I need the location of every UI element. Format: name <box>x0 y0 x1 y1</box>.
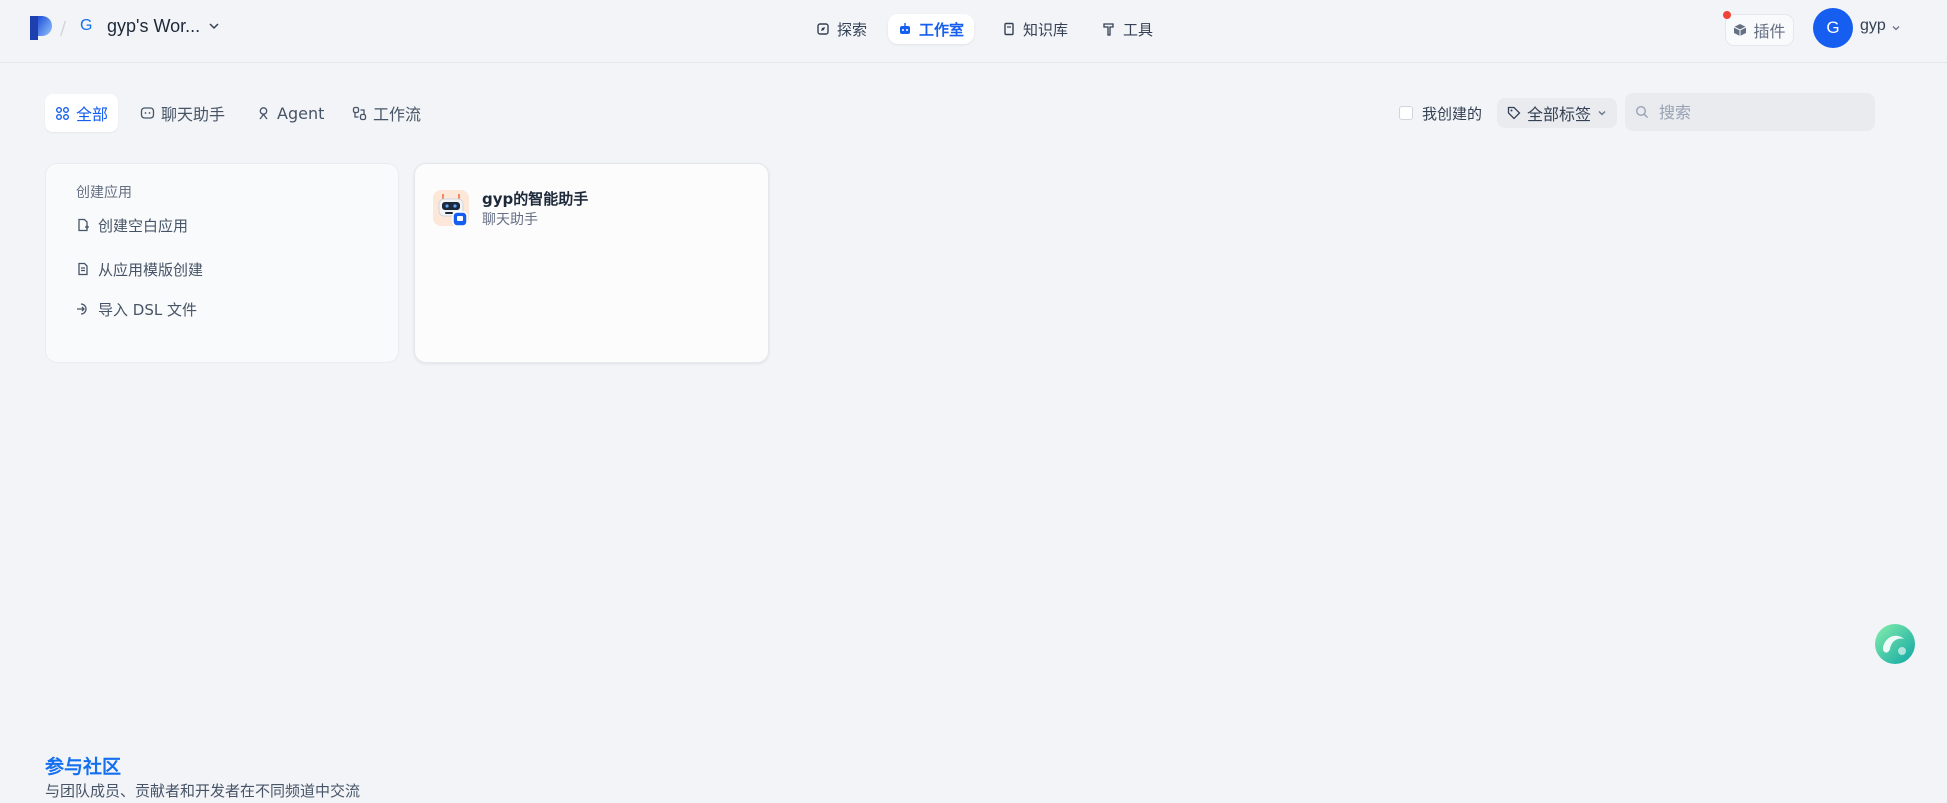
tab-workflow-label: 工作流 <box>373 105 422 124</box>
import-icon <box>77 303 87 315</box>
create-from-template-button[interactable]: 从应用模版创建 <box>76 256 203 282</box>
nav-explore-label: 探索 <box>837 20 868 39</box>
avatar[interactable]: G <box>1813 8 1853 48</box>
community-description: 与团队成员、贡献者和开发者在不同频道中交流 <box>45 782 361 800</box>
tab-chat-label: 聊天助手 <box>161 105 226 124</box>
dify-logo-icon[interactable] <box>28 15 54 41</box>
tag-filter-label: 全部标签 <box>1527 105 1592 124</box>
search-box <box>1625 93 1875 131</box>
search-icon <box>1635 105 1648 118</box>
app-type: 聊天助手 <box>482 212 538 228</box>
tab-workflow[interactable]: 工作流 <box>342 94 431 132</box>
nav-tools-label: 工具 <box>1123 20 1154 39</box>
workflow-icon <box>352 106 367 120</box>
app-card[interactable]: gyp的智能助手 聊天助手 <box>414 163 769 363</box>
create-template-label: 从应用模版创建 <box>98 260 204 279</box>
file-text-icon <box>78 262 88 276</box>
plugins-label: 插件 <box>1753 22 1786 41</box>
chevron-down-icon[interactable] <box>208 20 220 32</box>
user-name[interactable]: gyp <box>1860 17 1886 35</box>
app-name: gyp的智能助手 <box>482 190 589 208</box>
compass-icon <box>817 23 829 35</box>
create-app-title: 创建应用 <box>76 185 132 201</box>
nav-studio-label: 工作室 <box>919 20 965 39</box>
create-app-card: 创建应用 创建空白应用 从应用模版创建 导入 DSL 文件 <box>45 163 399 363</box>
cube-icon <box>1734 24 1747 36</box>
created-by-me-label[interactable]: 我创建的 <box>1422 103 1482 124</box>
book-icon <box>1004 22 1014 36</box>
nav-knowledge[interactable]: 知识库 <box>992 14 1078 44</box>
tab-all[interactable]: 全部 <box>45 94 119 132</box>
file-plus-icon <box>78 218 89 232</box>
tab-all-label: 全部 <box>76 105 109 124</box>
notification-dot <box>1723 11 1731 19</box>
robot-icon <box>900 23 910 34</box>
tab-chat-assistant[interactable]: 聊天助手 <box>130 94 235 132</box>
breadcrumb-separator: / <box>60 18 67 39</box>
chat-bubble-icon <box>140 106 155 119</box>
robot-avatar-icon <box>433 190 469 226</box>
workspace-badge: G <box>80 17 93 34</box>
plugins-button[interactable]: 插件 <box>1725 14 1794 46</box>
import-dsl-label: 导入 DSL 文件 <box>98 300 197 319</box>
nav-explore[interactable]: 探索 <box>806 14 877 44</box>
nav-tools[interactable]: 工具 <box>1092 14 1163 44</box>
assistant-float-icon[interactable] <box>1874 623 1916 665</box>
tag-filter-dropdown[interactable]: 全部标签 <box>1497 98 1617 128</box>
tab-agent-label: Agent <box>277 103 325 123</box>
create-blank-app-button[interactable]: 创建空白应用 <box>76 212 188 238</box>
workspace-name[interactable]: gyp's Wor... <box>107 16 200 37</box>
grid-icon <box>56 106 69 120</box>
top-header: / G gyp's Wor... 探索 工作室 知识库 工具 插件 G gyp <box>0 0 1947 63</box>
agent-icon <box>259 106 268 119</box>
hammer-icon <box>1103 23 1114 36</box>
created-by-me-checkbox[interactable] <box>1399 106 1413 120</box>
chevron-down-icon <box>1598 111 1606 116</box>
tag-icon <box>1507 106 1521 120</box>
nav-knowledge-label: 知识库 <box>1023 20 1069 39</box>
community-title: 参与社区 <box>45 756 122 778</box>
search-input[interactable] <box>1659 102 1859 122</box>
import-dsl-button[interactable]: 导入 DSL 文件 <box>76 296 197 322</box>
nav-studio[interactable]: 工作室 <box>888 14 975 44</box>
chevron-down-icon[interactable] <box>1891 23 1901 33</box>
create-blank-label: 创建空白应用 <box>98 216 189 235</box>
tab-agent[interactable]: Agent <box>246 94 334 132</box>
